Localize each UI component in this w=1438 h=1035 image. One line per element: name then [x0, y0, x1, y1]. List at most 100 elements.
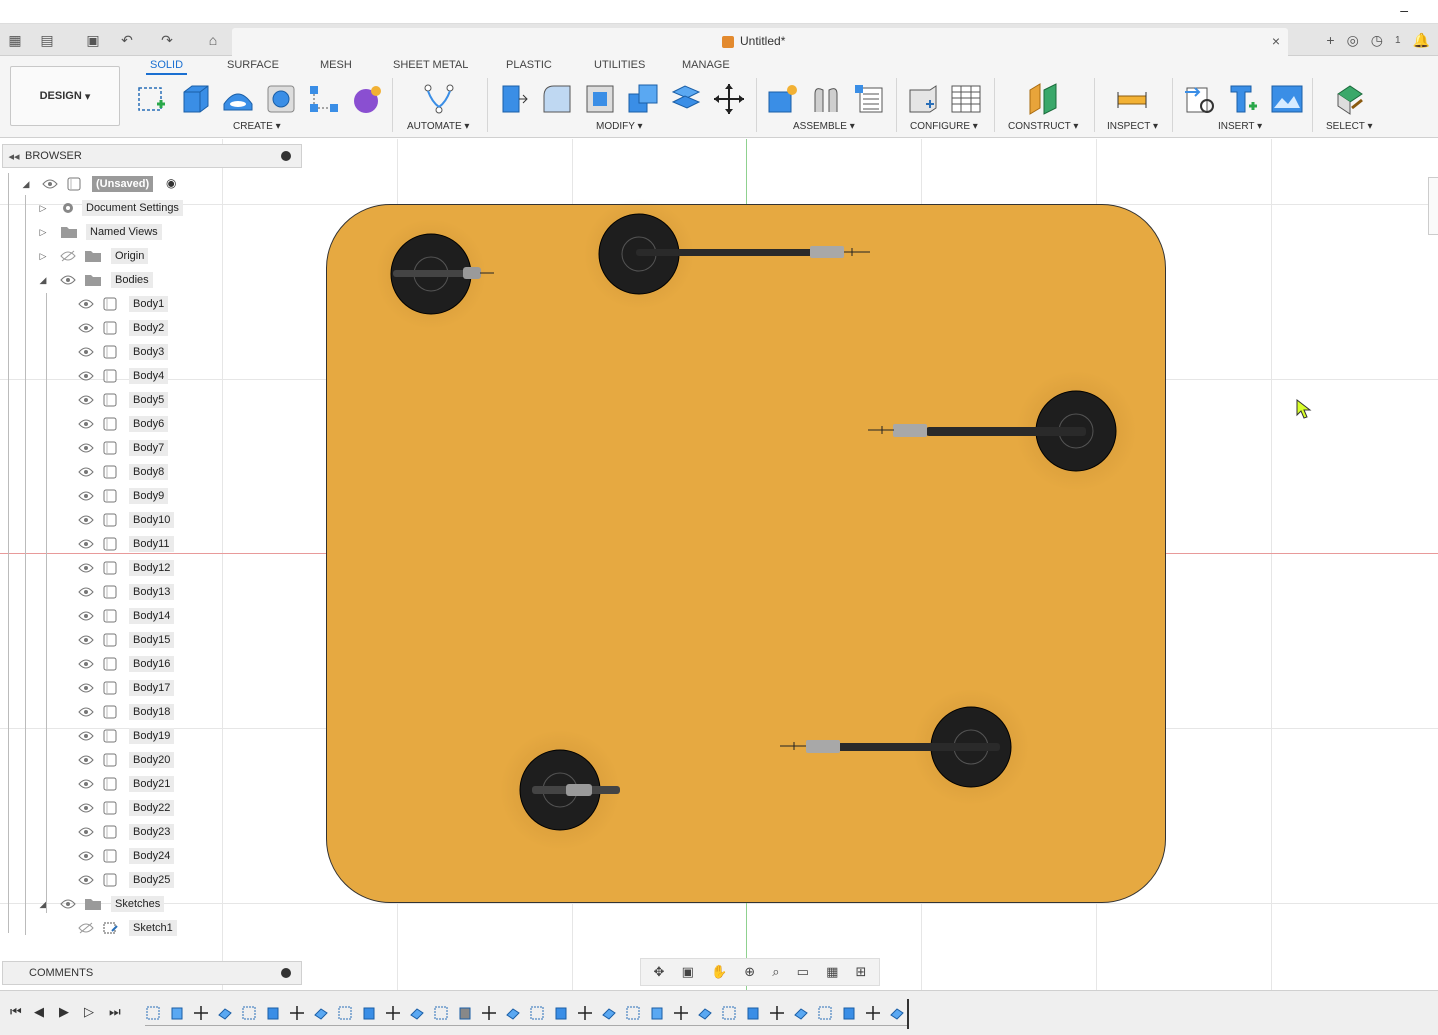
activate-component-icon[interactable]: ◉ [166, 176, 176, 190]
browser-pin-icon[interactable] [281, 151, 291, 161]
tree-body-item[interactable]: Body14 [0, 605, 300, 627]
insert-mcmaster-icon[interactable] [1227, 82, 1261, 116]
timeline-feature-icon[interactable] [577, 1005, 593, 1021]
orbit-icon[interactable]: ✥ [654, 964, 665, 980]
add-comment-icon[interactable] [281, 968, 291, 978]
visibility-icon[interactable] [78, 634, 94, 646]
group-create[interactable]: CREATE ▾ [233, 121, 281, 132]
close-tab-icon[interactable]: × [1272, 33, 1280, 49]
tree-item-named-views[interactable]: ▷ Named Views [0, 221, 300, 243]
timeline-start-icon[interactable]: ⏮ [10, 1004, 22, 1020]
timeline-feature-icon[interactable] [457, 1005, 473, 1021]
tree-body-item[interactable]: Body25 [0, 869, 300, 891]
offset-face-icon[interactable] [669, 82, 703, 116]
look-at-icon[interactable]: ▣ [682, 964, 694, 980]
visibility-icon[interactable] [78, 658, 94, 670]
timeline-feature-icon[interactable] [529, 1005, 545, 1021]
visibility-icon[interactable] [78, 298, 94, 310]
shell-icon[interactable] [583, 82, 617, 116]
job-status-icon[interactable]: ◷ [1371, 32, 1383, 49]
timeline-feature-icon[interactable] [217, 1005, 233, 1021]
browser-panel-header[interactable]: ◂◂ BROWSER [2, 144, 302, 168]
visibility-icon[interactable] [78, 610, 94, 622]
visibility-off-icon[interactable] [78, 922, 94, 934]
tree-body-item[interactable]: Body24 [0, 845, 300, 867]
visibility-icon[interactable] [78, 538, 94, 550]
bill-of-materials-icon[interactable] [852, 82, 886, 116]
tab-mesh[interactable]: MESH [320, 59, 352, 71]
tree-sketch-item[interactable]: Sketch1 [0, 917, 300, 939]
press-pull-icon[interactable] [497, 82, 531, 116]
viewports-icon[interactable]: ⊞ [855, 964, 866, 980]
configure-icon[interactable] [906, 82, 940, 116]
tab-utilities[interactable]: UTILITIES [594, 59, 645, 71]
configuration-table-icon[interactable] [949, 82, 983, 116]
visibility-icon[interactable] [78, 322, 94, 334]
timeline-feature-icon[interactable] [169, 1005, 185, 1021]
group-modify[interactable]: MODIFY ▾ [596, 121, 643, 132]
tree-item-bodies[interactable]: ◢ Bodies [0, 269, 300, 291]
insert-derive-icon[interactable] [1183, 82, 1217, 116]
tab-surface[interactable]: SURFACE [227, 59, 279, 71]
create-form-icon[interactable] [350, 82, 384, 116]
group-configure[interactable]: CONFIGURE ▾ [910, 121, 978, 132]
online-status-icon[interactable]: ◎ [1347, 32, 1359, 49]
visibility-icon[interactable] [78, 562, 94, 574]
tree-body-item[interactable]: Body16 [0, 653, 300, 675]
timeline-feature-icon[interactable] [625, 1005, 641, 1021]
tree-body-item[interactable]: Body10 [0, 509, 300, 531]
timeline-feature-icon[interactable] [337, 1005, 353, 1021]
visibility-icon[interactable] [78, 874, 94, 886]
zoom-icon[interactable]: ⊕ [744, 964, 755, 980]
visibility-icon[interactable] [78, 754, 94, 766]
collapse-arrow-icon[interactable]: ◢ [37, 898, 49, 910]
visibility-icon[interactable] [78, 442, 94, 454]
visibility-icon[interactable] [78, 682, 94, 694]
workspace-switcher[interactable]: DESIGN ▾ [10, 66, 120, 126]
visibility-icon[interactable] [78, 730, 94, 742]
visibility-icon[interactable] [78, 346, 94, 358]
cylinder-body[interactable] [376, 219, 494, 329]
visibility-icon[interactable] [78, 394, 94, 406]
grid-settings-icon[interactable]: ▦ [826, 964, 838, 980]
timeline-back-icon[interactable]: ◀ [34, 1004, 44, 1020]
tab-sheet-metal[interactable]: SHEET METAL [393, 59, 468, 71]
expand-arrow-icon[interactable]: ▷ [37, 226, 49, 238]
timeline-feature-icon[interactable] [241, 1005, 257, 1021]
group-inspect[interactable]: INSPECT ▾ [1107, 121, 1158, 132]
tab-plastic[interactable]: PLASTIC [506, 59, 552, 71]
tree-body-item[interactable]: Body18 [0, 701, 300, 723]
timeline-feature-icon[interactable] [553, 1005, 569, 1021]
expand-arrow-icon[interactable]: ▷ [37, 202, 49, 214]
tree-body-item[interactable]: Body19 [0, 725, 300, 747]
visibility-icon[interactable] [78, 850, 94, 862]
tab-manage[interactable]: MANAGE [682, 59, 730, 71]
combine-icon[interactable] [626, 82, 660, 116]
tree-body-item[interactable]: Body1 [0, 293, 300, 315]
revolve-icon[interactable] [221, 82, 255, 116]
new-tab-icon[interactable]: + [1326, 32, 1334, 48]
automate-icon[interactable] [422, 82, 456, 116]
expand-arrow-icon[interactable]: ▷ [37, 250, 49, 262]
timeline-feature-icon[interactable] [313, 1005, 329, 1021]
tree-body-item[interactable]: Body23 [0, 821, 300, 843]
tree-item-sketches[interactable]: ◢ Sketches [0, 893, 300, 915]
tree-body-item[interactable]: Body9 [0, 485, 300, 507]
tree-body-item[interactable]: Body13 [0, 581, 300, 603]
visibility-icon[interactable] [60, 274, 76, 286]
timeline-feature-icon[interactable] [697, 1005, 713, 1021]
save-icon[interactable]: ▣ [82, 30, 104, 50]
timeline-feature-icon[interactable] [769, 1005, 785, 1021]
timeline-feature-icon[interactable] [745, 1005, 761, 1021]
minimize-button[interactable]: – [1400, 2, 1408, 18]
timeline-feature-icon[interactable] [505, 1005, 521, 1021]
visibility-icon[interactable] [78, 586, 94, 598]
comments-panel[interactable]: COMMENTS [2, 961, 302, 985]
timeline-play-icon[interactable]: ▶ [59, 1004, 69, 1020]
tab-solid[interactable]: SOLID [145, 59, 188, 75]
tree-body-item[interactable]: Body22 [0, 797, 300, 819]
group-automate[interactable]: AUTOMATE ▾ [407, 121, 469, 132]
timeline-feature-icon[interactable] [793, 1005, 809, 1021]
timeline-feature-icon[interactable] [193, 1005, 209, 1021]
tree-item-document-settings[interactable]: ▷ Document Settings [0, 197, 300, 219]
